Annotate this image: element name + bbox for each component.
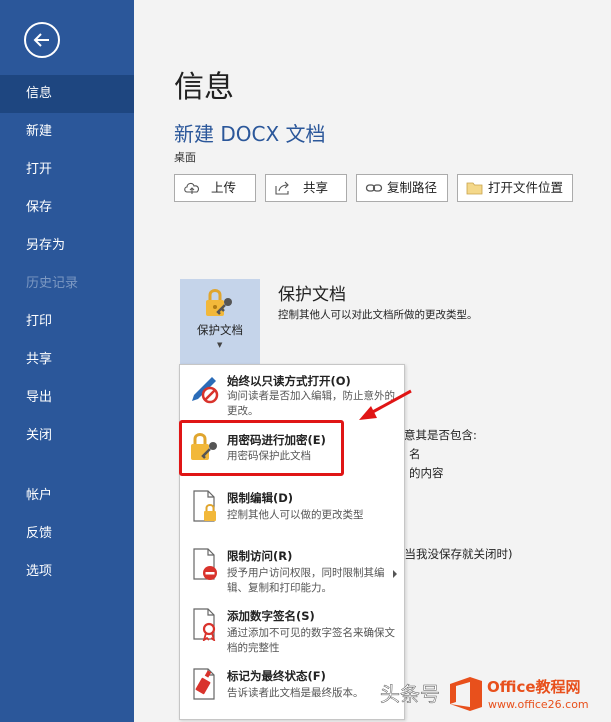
share-icon	[275, 181, 289, 195]
copy-path-button[interactable]: 复制路径	[356, 174, 448, 202]
sidebar-item-share[interactable]: 共享	[0, 341, 134, 379]
highlight-box	[179, 420, 344, 476]
submenu-arrow-icon	[393, 570, 397, 578]
sidebar-item-save-as[interactable]: 另存为	[0, 227, 134, 265]
menu-item-restrict-access[interactable]: 限制访问(R) 授予用户访问权限，同时限制其编辑、复制和打印能力。	[180, 543, 404, 603]
read-only-title: 始终以只读方式打开(O)	[227, 374, 351, 388]
menu-item-restrict-editing[interactable]: 限制编辑(D) 控制其他人可以做的更改类型	[180, 485, 404, 541]
back-arrow-icon	[33, 33, 49, 47]
sidebar-item-feedback[interactable]: 反馈	[0, 515, 134, 553]
document-ribbon-icon	[193, 608, 216, 641]
share-label: 共享	[303, 180, 329, 195]
sidebar-item-account[interactable]: 帐户	[0, 477, 134, 515]
sidebar-item-options[interactable]: 选项	[0, 553, 134, 591]
document-lock-icon	[193, 490, 216, 522]
page-title: 信息	[174, 70, 234, 105]
restrict-access-desc: 授予用户访问权限，同时限制其编辑、复制和打印能力。	[227, 567, 385, 594]
pen-forbidden-icon	[192, 377, 219, 404]
lock-key-icon	[206, 289, 232, 316]
restrict-editing-title: 限制编辑(D)	[227, 491, 294, 505]
watermark-url-text: www.office26.com	[488, 698, 589, 711]
link-icon	[365, 184, 383, 192]
document-location: 桌面	[174, 151, 196, 164]
watermark-brand-text: Office教程网	[487, 678, 581, 696]
sidebar-item-close[interactable]: 关闭	[0, 417, 134, 455]
menu-item-mark-final[interactable]: 标记为最终状态(F) 告诉读者此文档是最终版本。	[180, 663, 404, 715]
inspect-text-1: 意其是否包含:	[404, 428, 477, 442]
folder-icon	[466, 182, 483, 195]
protect-tile-label: 保护文档	[197, 323, 243, 337]
sidebar-item-open[interactable]: 打开	[0, 151, 134, 189]
backstage-sidebar: 信息 新建 打开 保存 另存为 历史记录 打印 共享 导出 关闭 帐户 反馈 选…	[0, 0, 134, 722]
document-stamp-icon	[193, 668, 215, 700]
sidebar-item-history: 历史记录	[26, 276, 79, 291]
restrict-access-title: 限制访问(R)	[227, 549, 293, 563]
upload-label: 上传	[211, 180, 237, 195]
inspect-text-2: 名	[409, 447, 421, 461]
mark-final-desc: 告诉读者此文档是最终版本。	[227, 687, 364, 699]
sidebar-item-save[interactable]: 保存	[0, 189, 134, 227]
annotation-arrow-icon	[359, 389, 412, 420]
document-title: 新建 DOCX 文档	[174, 122, 326, 146]
share-button[interactable]: 共享	[265, 174, 347, 202]
sidebar-item-new[interactable]: 新建	[0, 113, 134, 151]
digital-signature-desc: 通过添加不可见的数字签名来确保文档的完整性	[227, 627, 395, 654]
mark-final-title: 标记为最终状态(F)	[227, 669, 326, 683]
menu-item-digital-signature[interactable]: 添加数字签名(S) 通过添加不可见的数字签名来确保文档的完整性	[180, 603, 404, 661]
sidebar-item-export[interactable]: 导出	[0, 379, 134, 417]
sidebar-item-print[interactable]: 打印	[0, 303, 134, 341]
back-button[interactable]	[24, 22, 60, 58]
inspect-text-3: 的内容	[409, 466, 444, 480]
protect-description: 控制其他人可以对此文档所做的更改类型。	[278, 309, 478, 321]
digital-signature-title: 添加数字签名(S)	[227, 609, 315, 623]
upload-button[interactable]: 上传	[174, 174, 256, 202]
protect-document-button[interactable]: 保护文档 ▼	[180, 279, 260, 365]
restrict-editing-desc: 控制其他人可以做的更改类型	[227, 509, 364, 521]
document-restrict-icon	[193, 548, 217, 580]
sidebar-item-info[interactable]: 信息	[0, 75, 134, 113]
copy-path-label: 复制路径	[387, 180, 438, 195]
open-location-label: 打开文件位置	[488, 180, 564, 195]
office-logo-icon	[450, 677, 482, 711]
dropdown-caret-icon: ▼	[217, 341, 223, 349]
versions-text: (当我没保存就关闭时)	[400, 547, 513, 561]
cloud-upload-icon	[184, 182, 199, 194]
open-location-button[interactable]: 打开文件位置	[457, 174, 573, 202]
watermark-headline-text: 头条号	[380, 682, 441, 707]
protect-heading: 保护文档	[278, 285, 346, 305]
